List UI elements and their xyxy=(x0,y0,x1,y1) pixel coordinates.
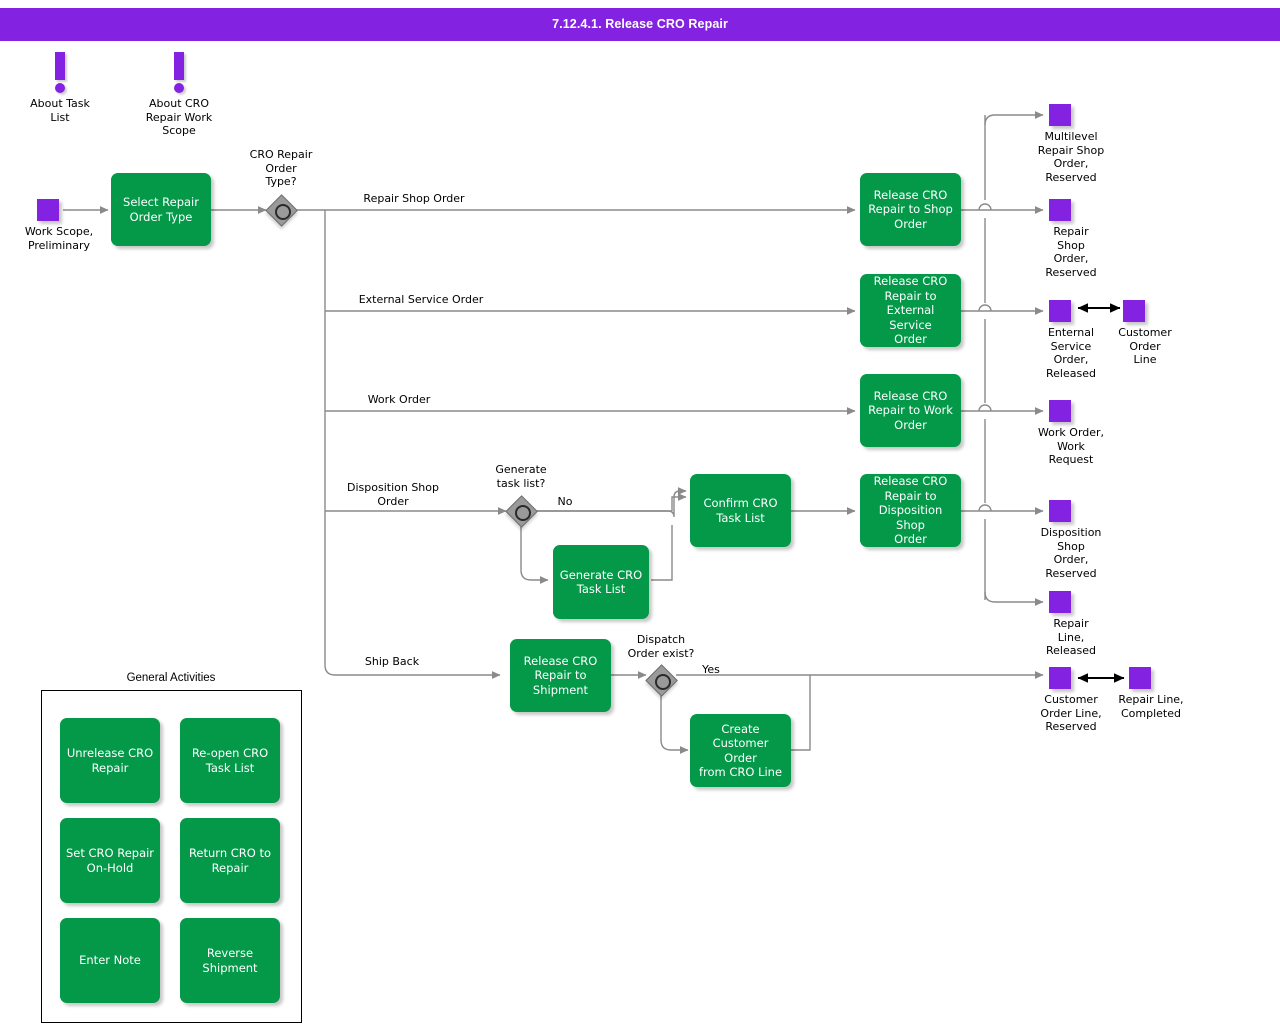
data-object-icon xyxy=(1049,667,1071,689)
state-label: Customer Order Line xyxy=(1118,326,1172,366)
task-label: Select Repair Order Type xyxy=(123,195,199,224)
task-label: Return CRO to Repair xyxy=(188,846,272,875)
task-label: Confirm CRO Task List xyxy=(703,496,778,525)
general-activity-reverse-shipment[interactable]: Reverse Shipment xyxy=(180,918,280,1003)
exclamation-icon xyxy=(174,52,184,80)
data-object-icon xyxy=(1049,199,1071,221)
task-label: Enter Note xyxy=(79,953,141,968)
annotation-label: About Task List xyxy=(30,97,90,124)
data-object-icon xyxy=(1129,667,1151,689)
task-label: Create Customer Order from CRO Line xyxy=(698,721,783,780)
task-generate-cro-task-list[interactable]: Generate CRO Task List xyxy=(553,545,649,619)
state-label: Multilevel Repair Shop Order, Reserved xyxy=(1037,130,1105,184)
general-activity-return-cro-to-repair[interactable]: Return CRO to Repair xyxy=(180,818,280,903)
data-object-icon xyxy=(1049,400,1071,422)
annotation-label: About CRO Repair Work Scope xyxy=(145,97,213,137)
general-activity-set-cro-repair-on-hold[interactable]: Set CRO Repair On-Hold xyxy=(60,818,160,903)
state-label: Repair Line, Completed xyxy=(1118,693,1184,720)
flow-label-external-service-order: External Service Order xyxy=(358,293,484,306)
data-object-icon xyxy=(1049,500,1071,522)
general-activity-enter-note[interactable]: Enter Note xyxy=(60,918,160,1003)
task-release-cro-repair-to-disposition-shop-order[interactable]: Release CRO Repair to Disposition Shop Orde… xyxy=(860,474,961,547)
task-label: Reverse Shipment xyxy=(202,946,258,975)
exclamation-dot-icon xyxy=(174,83,184,93)
flow-label-no: No xyxy=(557,495,573,508)
gateway-circle-icon xyxy=(655,674,671,690)
task-label: Unrelease CRO Repair xyxy=(66,746,154,775)
general-activity-re-open-cro-task-list[interactable]: Re-open CRO Task List xyxy=(180,718,280,803)
gateway-dispatch-order-exist[interactable]: Dispatch Order exist? xyxy=(628,633,694,698)
gateway-cro-repair-order-type[interactable]: CRO Repair Order Type? xyxy=(250,148,312,228)
state-label: Work Order, Work Request xyxy=(1037,426,1105,466)
data-object-icon xyxy=(1049,300,1071,322)
task-release-cro-repair-to-shop-order[interactable]: Release CRO Repair to Shop Order xyxy=(860,173,961,246)
data-object-icon xyxy=(1049,104,1071,126)
flow-label-repair-shop-order: Repair Shop Order xyxy=(363,192,465,205)
general-activity-unrelease-cro-repair[interactable]: Unrelease CRO Repair xyxy=(60,718,160,803)
gateway-circle-icon xyxy=(275,204,291,220)
flow-label-work-order: Work Order xyxy=(367,393,431,406)
task-label: Generate CRO Task List xyxy=(559,567,643,597)
state-label: Disposition Shop Order, Reserved xyxy=(1040,526,1102,580)
state-label: Repair Line, Released xyxy=(1046,617,1096,657)
flow-label-ship-back: Ship Back xyxy=(364,655,420,668)
general-activities-title: General Activities xyxy=(126,672,216,684)
task-select-repair-order-type[interactable]: Select Repair Order Type xyxy=(111,173,211,246)
gateway-label: Dispatch Order exist? xyxy=(627,633,695,660)
data-object-icon xyxy=(1123,300,1145,322)
gateway-label: Generate task list? xyxy=(495,463,547,490)
flow-label-yes: Yes xyxy=(702,663,720,676)
task-confirm-cro-task-list[interactable]: Confirm CRO Task List xyxy=(690,474,791,547)
gateway-circle-icon xyxy=(515,505,531,521)
state-label: Repair Shop Order, Reserved xyxy=(1045,225,1097,279)
task-label: Release CRO Repair to Shop Order xyxy=(868,187,953,231)
flow-label-disposition-shop-order: Disposition Shop Order xyxy=(347,481,439,508)
task-label: Release CRO Repair to Work Order xyxy=(868,388,953,432)
page-title: 7.12.4.1. Release CRO Repair xyxy=(552,17,728,31)
gateway-label: CRO Repair Order Type? xyxy=(249,148,313,188)
data-object-icon xyxy=(1049,591,1071,613)
task-create-customer-order-from-cro-line[interactable]: Create Customer Order from CRO Line xyxy=(690,714,791,787)
task-label: Release CRO Repair to Disposition Shop Orde… xyxy=(873,474,948,547)
exclamation-icon xyxy=(55,52,65,80)
diagram-canvas: 7.12.4.1. Release CRO Repair About Task … xyxy=(0,0,1280,1030)
task-label: Set CRO Repair On-Hold xyxy=(65,846,155,875)
task-label: Release CRO Repair to External Service Orde… xyxy=(873,274,948,347)
task-release-cro-repair-to-external-service-order[interactable]: Release CRO Repair to External Service Orde… xyxy=(860,274,961,347)
exclamation-dot-icon xyxy=(55,83,65,93)
data-object-icon xyxy=(37,199,59,221)
task-label: Re-open CRO Task List xyxy=(191,746,269,775)
task-release-cro-repair-to-work-order[interactable]: Release CRO Repair to Work Order xyxy=(860,374,961,447)
title-bar: 7.12.4.1. Release CRO Repair xyxy=(0,8,1280,41)
task-label: Release CRO Repair to Shipment xyxy=(523,653,598,697)
